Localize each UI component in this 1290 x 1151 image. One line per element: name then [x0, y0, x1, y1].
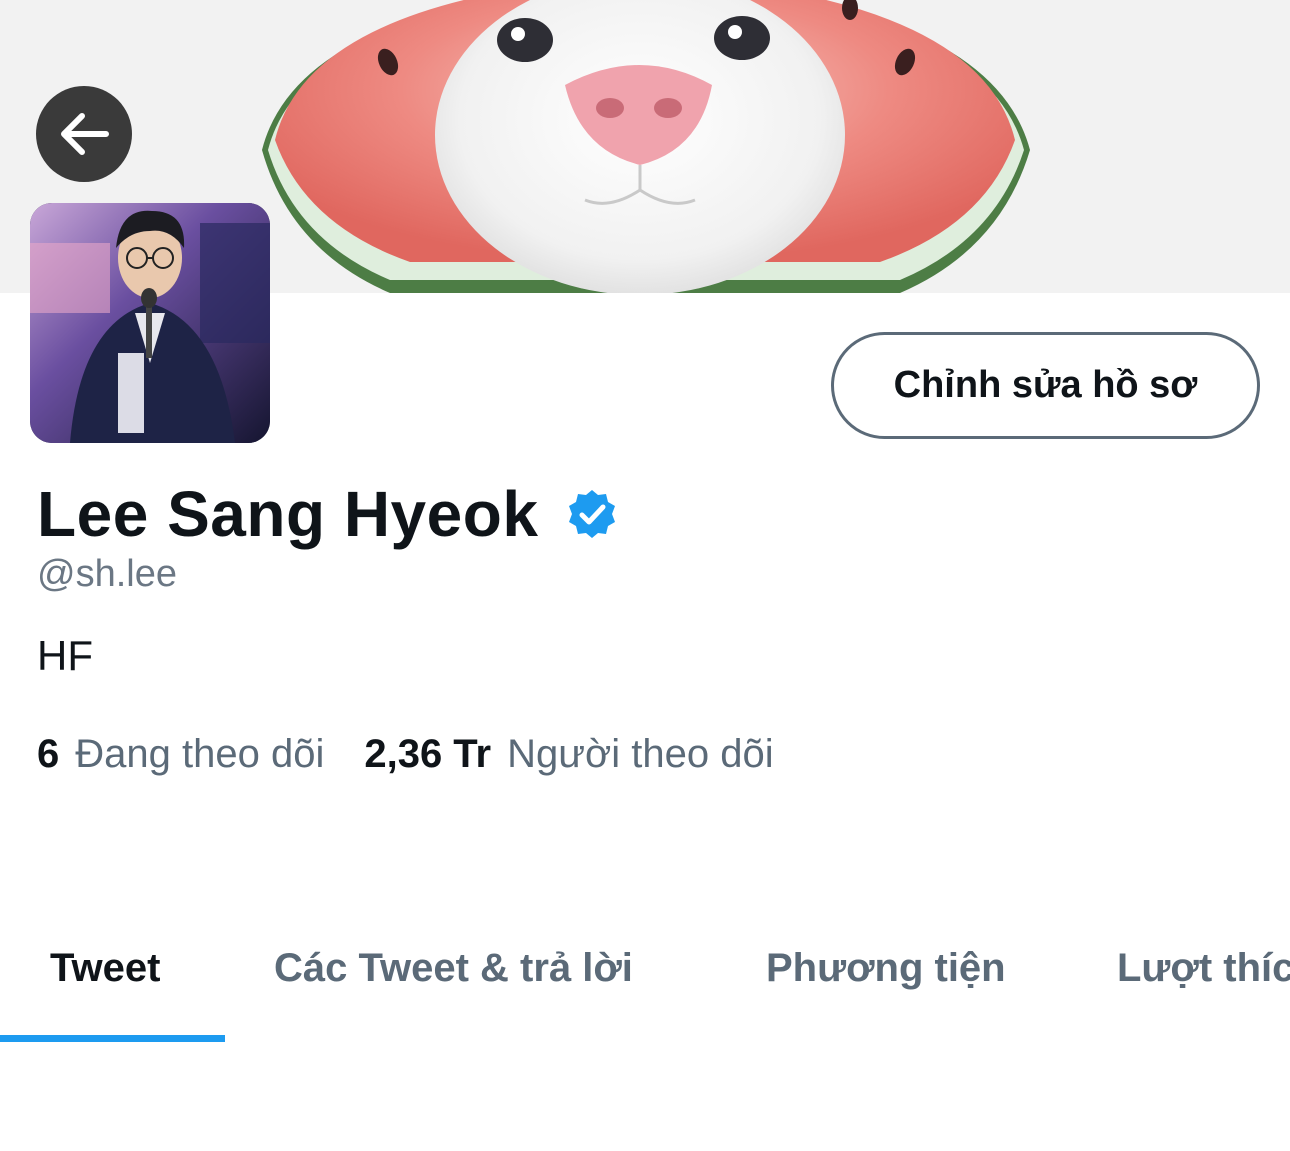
user-handle: @sh.lee — [37, 553, 177, 595]
followers-count[interactable]: 2,36 Tr — [364, 732, 491, 777]
tab-tweets[interactable]: Tweet — [50, 918, 160, 1018]
profile-page: Chỉnh sửa hồ sơ Lee Sang Hyeok @sh.lee H… — [0, 0, 1290, 1151]
following-count[interactable]: 6 — [37, 732, 59, 777]
tab-tweets-and-replies[interactable]: Các Tweet & trả lời — [274, 918, 633, 1018]
tab-media[interactable]: Phương tiện — [766, 918, 1006, 1018]
followers-label[interactable]: Người theo dõi — [507, 732, 773, 777]
following-label[interactable]: Đang theo dõi — [75, 732, 324, 777]
tab-likes[interactable]: Lượt thích — [1117, 918, 1290, 1018]
display-name: Lee Sang Hyeok — [37, 478, 539, 550]
edit-profile-button[interactable]: Chỉnh sửa hồ sơ — [831, 332, 1260, 439]
back-button[interactable] — [36, 86, 132, 182]
verified-badge-icon — [569, 490, 616, 538]
profile-tabs: Tweet Các Tweet & trả lời Phương tiện Lư… — [0, 918, 1290, 1042]
profile-photo-icon — [30, 203, 270, 443]
profile-bio: HF — [37, 632, 93, 679]
follow-stats: 6 Đang theo dõi 2,36 Tr Người theo dõi — [37, 732, 774, 782]
avatar[interactable] — [30, 203, 270, 443]
active-tab-indicator — [0, 1035, 225, 1042]
arrow-left-icon — [61, 113, 109, 155]
name-row: Lee Sang Hyeok — [37, 474, 618, 554]
